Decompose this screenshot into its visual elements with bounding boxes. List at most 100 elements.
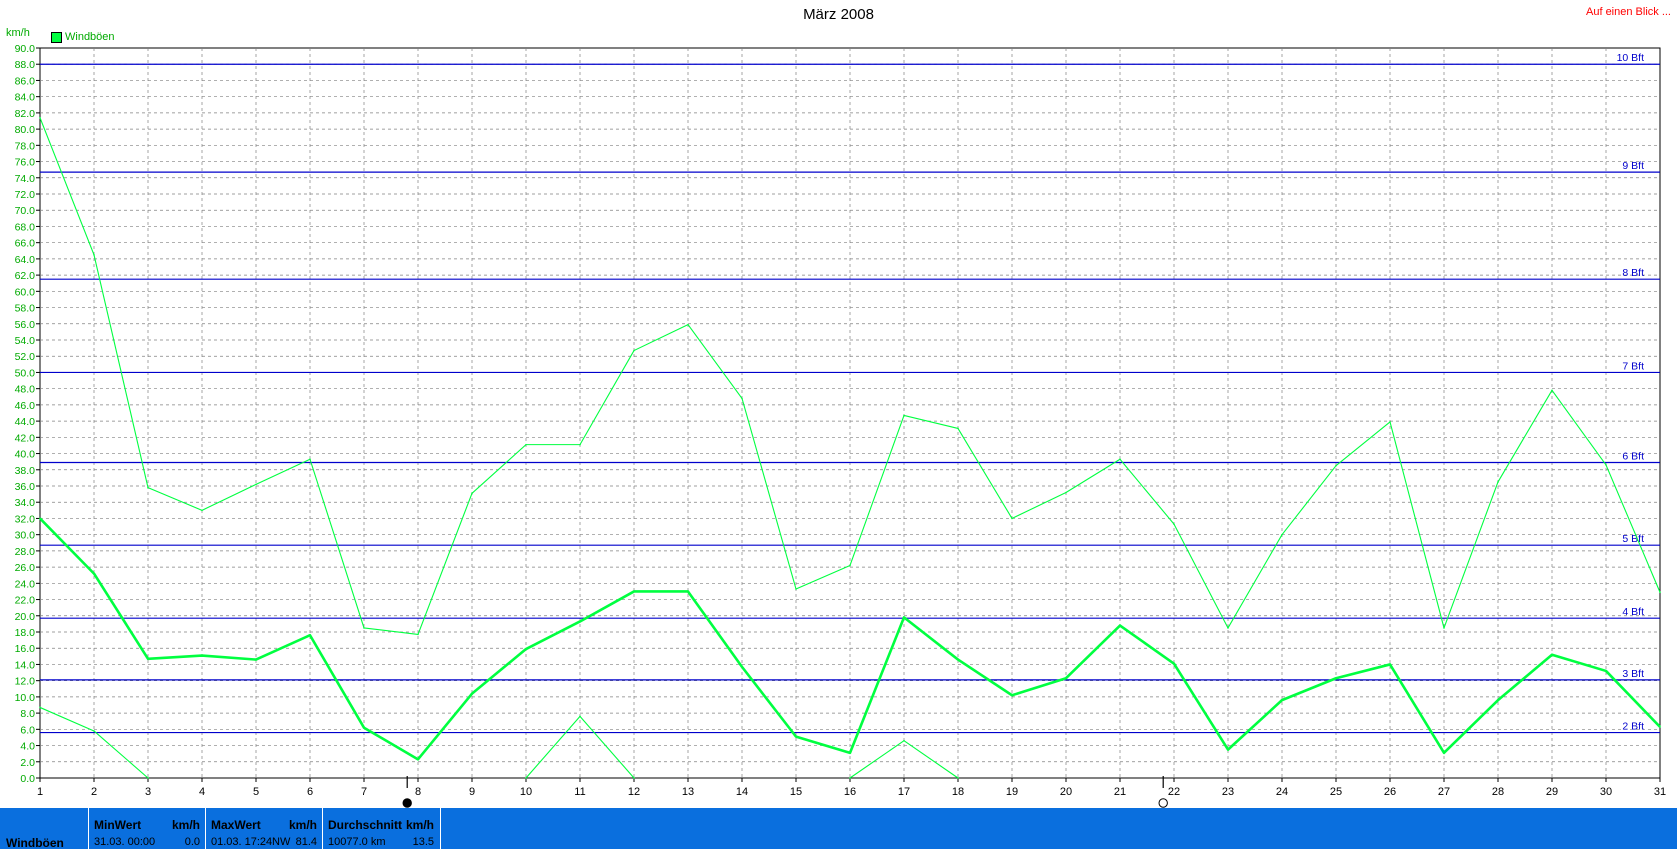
max-header: MaxWert bbox=[211, 818, 261, 832]
beaufort-label: 10 Bft bbox=[1617, 52, 1645, 64]
data-point-average bbox=[795, 735, 797, 738]
x-tick-label: 5 bbox=[253, 786, 259, 798]
y-tick-label: 0.0 bbox=[20, 773, 35, 785]
data-point-max bbox=[633, 349, 635, 352]
max-cell: MaxWert km/h 01.03. 17:24 NW 81.4 bbox=[211, 810, 321, 848]
data-point-average bbox=[687, 590, 689, 593]
data-point-min bbox=[39, 706, 41, 709]
divider bbox=[322, 808, 323, 849]
y-tick-label: 2.0 bbox=[20, 757, 35, 769]
x-tick-label: 9 bbox=[469, 786, 475, 798]
data-point-max bbox=[849, 564, 851, 567]
x-tick-label: 10 bbox=[520, 786, 532, 798]
y-tick-label: 54.0 bbox=[15, 335, 36, 347]
data-point-average bbox=[1011, 694, 1013, 697]
data-point-average bbox=[1389, 663, 1391, 666]
data-point-average bbox=[1335, 677, 1337, 680]
data-point-max bbox=[417, 633, 419, 636]
data-point-average bbox=[1227, 748, 1229, 751]
data-point-average bbox=[1443, 752, 1445, 754]
y-tick-label: 86.0 bbox=[15, 75, 36, 87]
data-point-average bbox=[255, 658, 257, 661]
data-point-max bbox=[1281, 533, 1283, 536]
data-point-max bbox=[1389, 421, 1391, 423]
y-tick-label: 10.0 bbox=[15, 692, 36, 704]
data-point-max bbox=[39, 116, 41, 119]
data-point-min bbox=[525, 777, 527, 779]
data-point-max bbox=[1443, 627, 1445, 629]
y-tick-label: 34.0 bbox=[15, 497, 36, 509]
x-tick-label: 11 bbox=[574, 786, 585, 798]
data-point-max bbox=[1011, 517, 1013, 520]
x-tick-label: 29 bbox=[1546, 786, 1558, 798]
y-tick-label: 60.0 bbox=[15, 286, 36, 298]
x-tick-label: 14 bbox=[736, 786, 748, 798]
min-value: 0.0 bbox=[184, 836, 200, 848]
y-tick-label: 48.0 bbox=[15, 384, 36, 396]
x-tick-label: 3 bbox=[145, 786, 151, 798]
data-point-average bbox=[1659, 726, 1661, 728]
full-moon-icon bbox=[1158, 798, 1168, 808]
data-point-average bbox=[309, 634, 311, 637]
y-tick-label: 88.0 bbox=[15, 59, 36, 71]
y-tick-label: 76.0 bbox=[15, 157, 36, 169]
x-tick-label: 22 bbox=[1168, 786, 1180, 798]
summary-bar: Windböen MinWert km/h 31.03. 00:00 0.0 M… bbox=[0, 808, 1677, 850]
y-tick-label: 84.0 bbox=[15, 92, 36, 104]
summary-row-label: Windböen bbox=[6, 836, 64, 850]
y-tick-label: 82.0 bbox=[15, 108, 36, 120]
data-point-max bbox=[741, 397, 743, 400]
data-point-max bbox=[1659, 591, 1661, 594]
data-point-average bbox=[525, 648, 527, 650]
y-tick-label: 28.0 bbox=[15, 546, 36, 558]
x-tick-label: 6 bbox=[307, 786, 313, 798]
data-point-average bbox=[1065, 677, 1067, 680]
data-point-average bbox=[903, 616, 905, 619]
x-tick-label: 12 bbox=[628, 786, 640, 798]
data-point-average bbox=[417, 758, 419, 761]
y-tick-label: 40.0 bbox=[15, 449, 36, 461]
y-tick-label: 30.0 bbox=[15, 530, 36, 542]
x-tick-label: 20 bbox=[1060, 786, 1072, 798]
y-tick-label: 74.0 bbox=[15, 173, 36, 185]
y-tick-label: 58.0 bbox=[15, 303, 36, 315]
y-tick-label: 24.0 bbox=[15, 578, 36, 590]
data-point-max bbox=[903, 414, 905, 417]
data-point-max bbox=[1065, 491, 1067, 494]
data-point-max bbox=[363, 627, 365, 629]
y-tick-label: 14.0 bbox=[15, 659, 36, 671]
data-point-max bbox=[255, 483, 257, 486]
y-tick-label: 38.0 bbox=[15, 465, 36, 477]
avg-header: Durchschnitt bbox=[328, 818, 403, 832]
x-tick-label: 15 bbox=[790, 786, 802, 798]
y-tick-label: 22.0 bbox=[15, 595, 36, 607]
max-date: 01.03. 17:24 bbox=[211, 836, 273, 848]
data-point-average bbox=[741, 666, 743, 668]
divider bbox=[88, 808, 89, 849]
avg-cell: Durchschnitt km/h 10077.0 km 13.5 bbox=[328, 810, 438, 848]
data-point-min bbox=[147, 777, 149, 779]
data-point-max bbox=[1335, 464, 1337, 467]
y-tick-label: 36.0 bbox=[15, 481, 36, 493]
x-tick-label: 17 bbox=[898, 786, 910, 798]
data-point-min bbox=[957, 777, 959, 779]
data-point-average bbox=[363, 726, 365, 729]
data-point-min bbox=[93, 730, 95, 732]
summary-row-label-cell: Windböen bbox=[6, 810, 86, 850]
y-tick-label: 80.0 bbox=[15, 124, 36, 136]
beaufort-label: 8 Bft bbox=[1622, 267, 1644, 279]
data-point-average bbox=[147, 657, 149, 660]
data-point-max bbox=[579, 443, 581, 446]
data-point-average bbox=[957, 658, 959, 661]
data-point-min bbox=[903, 739, 905, 742]
avg-unit: km/h bbox=[405, 818, 434, 832]
y-tick-label: 68.0 bbox=[15, 221, 36, 233]
y-tick-label: 6.0 bbox=[20, 724, 35, 736]
data-point-max bbox=[471, 492, 473, 495]
data-point-max bbox=[687, 323, 689, 326]
avg-value: 13.5 bbox=[412, 836, 434, 848]
y-tick-label: 62.0 bbox=[15, 270, 36, 282]
y-tick-label: 16.0 bbox=[15, 643, 36, 655]
x-tick-label: 21 bbox=[1114, 786, 1126, 798]
data-point-average bbox=[633, 590, 635, 593]
